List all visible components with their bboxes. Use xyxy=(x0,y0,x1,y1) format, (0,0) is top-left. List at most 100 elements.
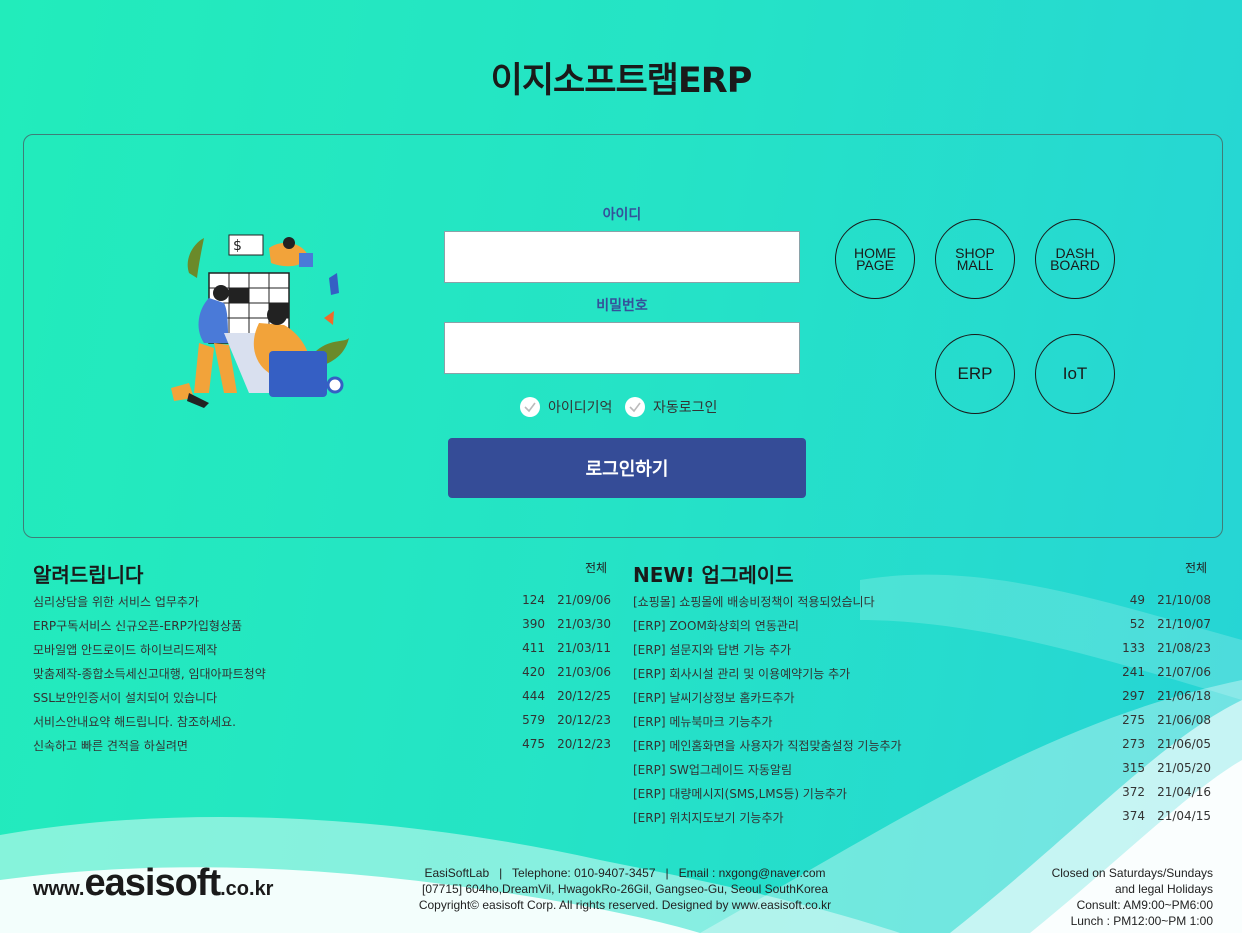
list-item[interactable]: 맞춤제작-종합소득세신고대행, 임대아파트청약 420 21/03/06 xyxy=(33,665,611,689)
id-input[interactable] xyxy=(444,231,800,283)
notice-board-title: 알려드립니다 xyxy=(33,563,144,587)
list-item[interactable]: [ERP] 메인홈화면을 사용자가 직접맞춤설정 기능추가 273 21/06/05 xyxy=(633,737,1211,761)
list-item-date: 21/06/08 xyxy=(1157,713,1211,727)
list-item-date: 21/04/15 xyxy=(1157,809,1211,823)
list-item-date: 21/10/07 xyxy=(1157,617,1211,631)
list-item[interactable]: [ERP] 설문지와 답변 기능 추가 133 21/08/23 xyxy=(633,641,1211,665)
list-item-title: [ERP] 메뉴북마크 기능추가 xyxy=(633,715,773,729)
list-item-date: 21/06/05 xyxy=(1157,737,1211,751)
footer-logo: www.easisoft.co.kr xyxy=(33,862,274,904)
list-item[interactable]: 서비스안내요약 해드립니다. 참조하세요. 579 20/12/23 xyxy=(33,713,611,737)
list-item[interactable]: 모바일앱 안드로이드 하이브리드제작 411 21/03/11 xyxy=(33,641,611,665)
list-item-date: 21/03/30 xyxy=(557,617,611,631)
list-item-date: 21/06/18 xyxy=(1157,689,1211,703)
password-input[interactable] xyxy=(444,322,800,374)
footer-hours: Closed on Saturdays/Sundays and legal Ho… xyxy=(1052,865,1213,929)
list-item-title: [ERP] 메인홈화면을 사용자가 직접맞춤설정 기능추가 xyxy=(633,739,902,753)
check-icon xyxy=(520,397,540,417)
list-item-date: 20/12/25 xyxy=(557,689,611,703)
list-item-date: 21/05/20 xyxy=(1157,761,1211,775)
upgrade-board-title: NEW! 업그레이드 xyxy=(633,563,794,587)
list-item-date: 21/03/11 xyxy=(557,641,611,655)
footer-copyright: Copyright© easisoft Corp. All rights res… xyxy=(418,898,832,912)
list-item-date: 20/12/23 xyxy=(557,737,611,751)
list-item-title: 맞춤제작-종합소득세신고대행, 임대아파트청약 xyxy=(33,667,266,681)
footer-hours-closed: Closed on Saturdays/Sundays xyxy=(1051,866,1213,880)
list-item-title: [ERP] 위치지도보기 기능추가 xyxy=(633,811,784,825)
list-item-title: [ERP] 회사시설 관리 및 이용예약기능 추가 xyxy=(633,667,851,681)
footer-hours-lunch: Lunch : PM12:00~PM 1:00 xyxy=(1070,914,1213,928)
list-item-title: 서비스안내요약 해드립니다. 참조하세요. xyxy=(33,715,236,729)
list-item-title: 신속하고 빠른 견적을 하실려면 xyxy=(33,739,188,753)
list-item-date: 21/10/08 xyxy=(1157,593,1211,607)
list-item-views: 420 xyxy=(522,665,545,679)
list-item[interactable]: [ERP] 날씨기상정보 홈카드추가 297 21/06/18 xyxy=(633,689,1211,713)
list-item-title: [ERP] SW업그레이드 자동알림 xyxy=(633,763,792,777)
list-item-date: 20/12/23 xyxy=(557,713,611,727)
footer-address: [07715] 604ho,DreamVil, HwagokRo-26Gil, … xyxy=(421,882,829,896)
homepage-shortcut[interactable]: HOME PAGE xyxy=(835,219,915,299)
list-item-title: ERP구독서비스 신규오픈-ERP가입형상품 xyxy=(33,619,243,633)
list-item-date: 21/08/23 xyxy=(1157,641,1211,655)
list-item-views: 372 xyxy=(1122,785,1145,799)
login-button[interactable]: 로그인하기 xyxy=(448,438,806,498)
footer-contact: EasiSoftLab | Telephone: 010-9407-3457 |… xyxy=(424,866,826,880)
list-item-title: 모바일앱 안드로이드 하이브리드제작 xyxy=(33,643,218,657)
list-item[interactable]: SSL보안인증서이 설치되어 있습니다 444 20/12/25 xyxy=(33,689,611,713)
list-item[interactable]: [ERP] SW업그레이드 자동알림 315 21/05/20 xyxy=(633,761,1211,785)
list-item-title: [ERP] 날씨기상정보 홈카드추가 xyxy=(633,691,795,705)
list-item-views: 444 xyxy=(522,689,545,703)
page-title: 이지소프트랩ERP xyxy=(490,61,753,101)
notice-all-link[interactable]: 전체 xyxy=(585,559,607,576)
list-item-views: 133 xyxy=(1122,641,1145,655)
list-item[interactable]: 심리상담을 위한 서비스 업무추가 124 21/09/06 xyxy=(33,593,611,617)
list-item-views: 411 xyxy=(522,641,545,655)
list-item[interactable]: [ERP] 위치지도보기 기능추가 374 21/04/15 xyxy=(633,809,1211,833)
list-item[interactable]: [ERP] 메뉴북마크 기능추가 275 21/06/08 xyxy=(633,713,1211,737)
list-item[interactable]: 신속하고 빠른 견적을 하실려면 475 20/12/23 xyxy=(33,737,611,761)
footer-hours-holidays: and legal Holidays xyxy=(1114,882,1213,896)
remember-id-checkbox[interactable]: 아이디기억 xyxy=(520,397,612,417)
list-item-views: 390 xyxy=(522,617,545,631)
list-item-views: 297 xyxy=(1122,689,1145,703)
upgrade-all-link[interactable]: 전체 xyxy=(1185,559,1207,576)
list-item[interactable]: [ERP] ZOOM화상회의 연동관리 52 21/10/07 xyxy=(633,617,1211,641)
list-item-date: 21/04/16 xyxy=(1157,785,1211,799)
notice-board: 알려드립니다 전체 심리상담을 위한 서비스 업무추가 124 21/09/06 ER… xyxy=(33,559,611,759)
remember-id-label: 아이디기억 xyxy=(548,400,613,416)
list-item-title: 심리상담을 위한 서비스 업무추가 xyxy=(33,595,200,609)
auto-login-checkbox[interactable]: 자동로그인 xyxy=(625,397,717,417)
list-item-title: [ERP] ZOOM화상회의 연동관리 xyxy=(633,619,799,633)
list-item-views: 275 xyxy=(1122,713,1145,727)
login-panel: $ 아이디 비밀번호 아이디기억 자동로그인 로그인하기 HOME PAGE S… xyxy=(23,134,1223,538)
list-item-views: 241 xyxy=(1122,665,1145,679)
erp-shortcut[interactable]: ERP xyxy=(935,334,1015,414)
password-label: 비밀번호 xyxy=(596,298,648,314)
list-item-title: [ERP] 대량메시지(SMS,LMS등) 기능추가 xyxy=(633,787,847,801)
list-item[interactable]: ERP구독서비스 신규오픈-ERP가입형상품 390 21/03/30 xyxy=(33,617,611,641)
list-item[interactable]: [ERP] 회사시설 관리 및 이용예약기능 추가 241 21/07/06 xyxy=(633,665,1211,689)
list-item[interactable]: [쇼핑몰] 쇼핑몰에 배송비정책이 적용되었습니다 49 21/10/08 xyxy=(633,593,1211,617)
list-item-date: 21/03/06 xyxy=(557,665,611,679)
dashboard-shortcut[interactable]: DASH BOARD xyxy=(1035,219,1115,299)
list-item[interactable]: [ERP] 대량메시지(SMS,LMS등) 기능추가 372 21/04/16 xyxy=(633,785,1211,809)
workspace-illustration: $ xyxy=(171,234,349,408)
iot-shortcut[interactable]: IoT xyxy=(1035,334,1115,414)
shopmall-shortcut[interactable]: SHOP MALL xyxy=(935,219,1015,299)
check-icon xyxy=(625,397,645,417)
footer-hours-consult: Consult: AM9:00~PM6:00 xyxy=(1076,898,1213,912)
list-item-date: 21/09/06 xyxy=(557,593,611,607)
list-item-date: 21/07/06 xyxy=(1157,665,1211,679)
list-item-title: [쇼핑몰] 쇼핑몰에 배송비정책이 적용되었습니다 xyxy=(633,595,875,609)
svg-text:$: $ xyxy=(233,238,242,254)
list-item-views: 315 xyxy=(1122,761,1145,775)
footer-info: EasiSoftLab | Telephone: 010-9407-3457 |… xyxy=(380,865,870,913)
list-item-views: 374 xyxy=(1122,809,1145,823)
list-item-title: SSL보안인증서이 설치되어 있습니다 xyxy=(33,691,218,705)
list-item-title: [ERP] 설문지와 답변 기능 추가 xyxy=(633,643,792,657)
list-item-views: 124 xyxy=(522,593,545,607)
auto-login-label: 자동로그인 xyxy=(653,400,718,416)
id-label: 아이디 xyxy=(602,207,642,223)
list-item-views: 49 xyxy=(1129,593,1145,607)
upgrade-board: NEW! 업그레이드 전체 [쇼핑몰] 쇼핑몰에 배송비정책이 적용되었습니다 4… xyxy=(633,559,1211,829)
